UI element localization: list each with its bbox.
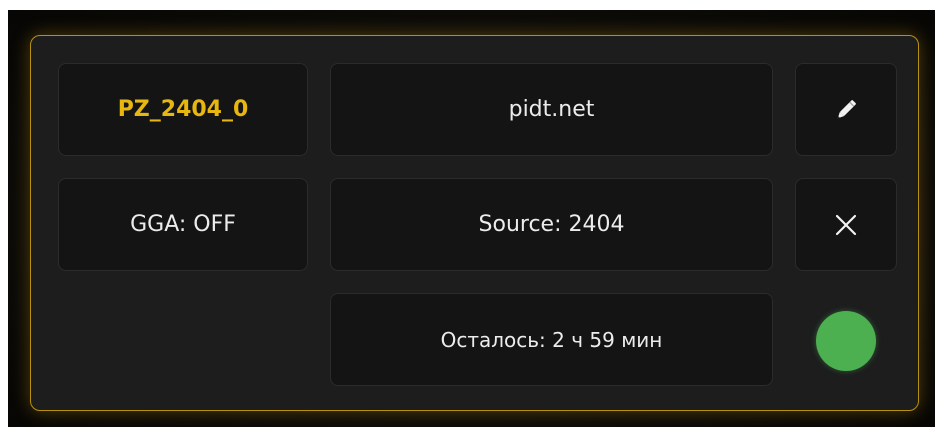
time-remaining-tile: Осталось: 2 ч 59 мин — [330, 293, 773, 386]
close-icon — [834, 213, 858, 237]
profile-name-tile[interactable]: PZ_2404_0 — [58, 63, 308, 156]
edit-button[interactable] — [795, 63, 897, 156]
close-button[interactable] — [795, 178, 897, 271]
connection-status-indicator — [816, 311, 876, 371]
host-label: pidt.net — [508, 97, 595, 122]
source-tile[interactable]: Source: 2404 — [330, 178, 773, 271]
host-tile[interactable]: pidt.net — [330, 63, 773, 156]
gga-toggle[interactable]: GGA: OFF — [58, 178, 308, 271]
time-remaining-label: Осталось: 2 ч 59 мин — [440, 327, 663, 352]
pencil-icon — [832, 96, 860, 124]
gga-status-label: GGA: OFF — [130, 212, 236, 237]
source-label: Source: 2404 — [478, 212, 625, 237]
connection-card: PZ_2404_0 pidt.net GGA: OFF Source: 2404 — [30, 35, 919, 411]
profile-name: PZ_2404_0 — [117, 97, 249, 122]
